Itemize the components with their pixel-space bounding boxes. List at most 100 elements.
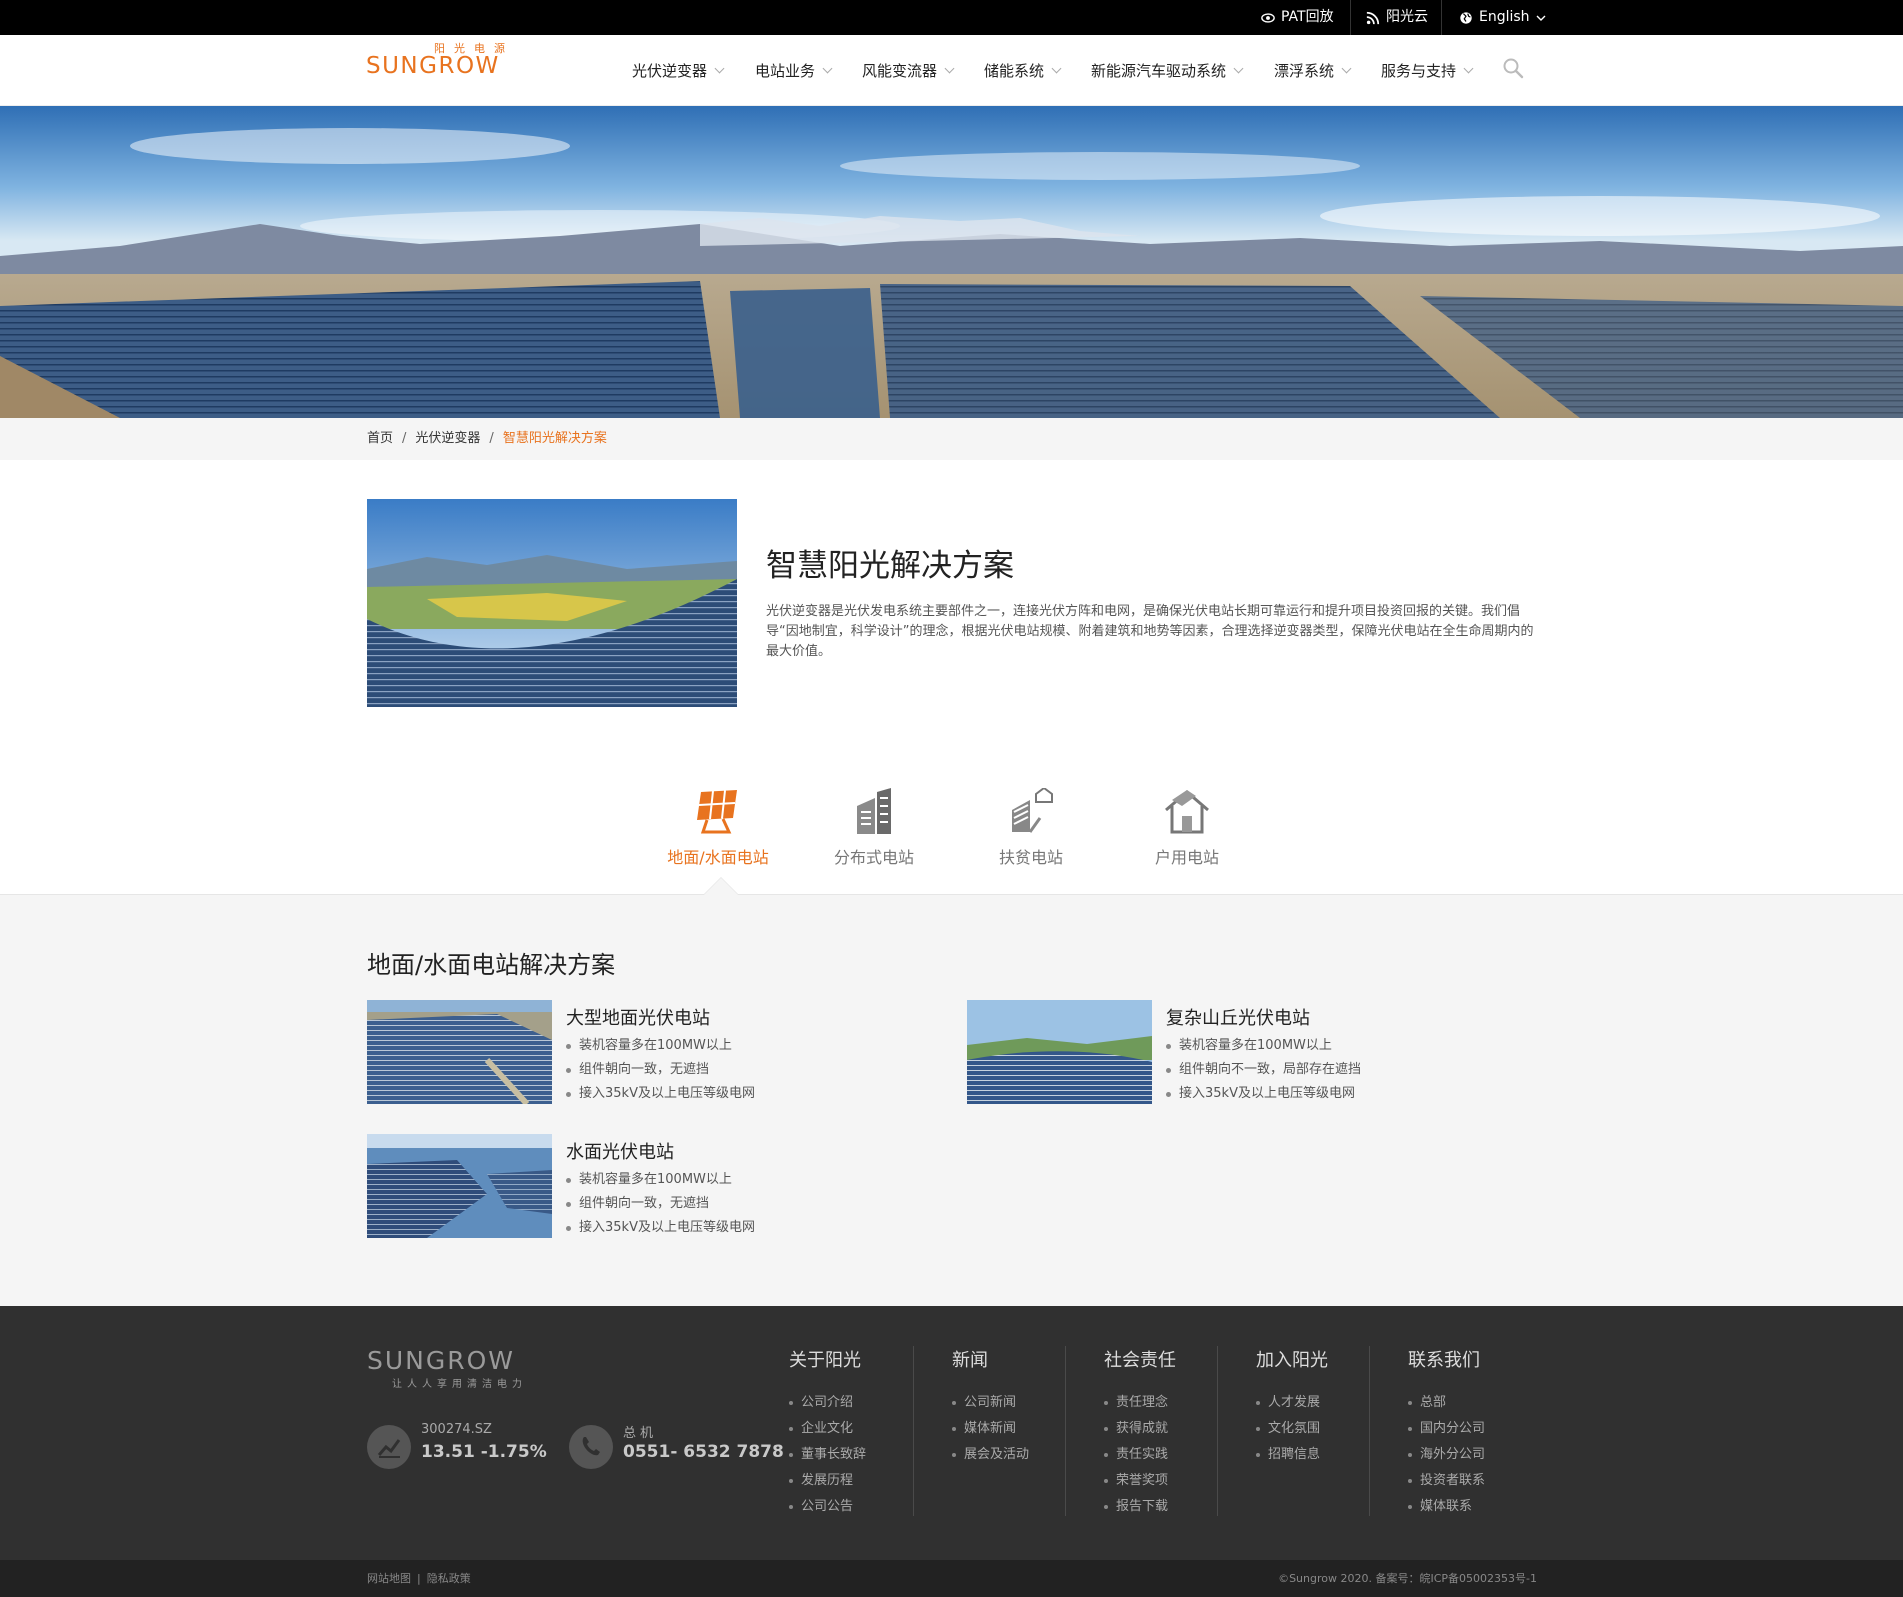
language-selector[interactable]: English — [1459, 0, 1546, 35]
privacy-policy-link[interactable]: 隐私政策 — [427, 1560, 471, 1597]
footer-link[interactable]: 人才发展 — [1256, 1390, 1328, 1416]
pat-replay-link[interactable]: PAT回放 — [1261, 0, 1334, 35]
footer-link[interactable]: 企业文化 — [789, 1416, 866, 1442]
tab-household[interactable]: 户用电站 — [1117, 780, 1257, 894]
footer-link[interactable]: 投资者联系 — [1408, 1468, 1485, 1494]
breadcrumb-home[interactable]: 首页 — [367, 418, 393, 460]
pat-replay-label: PAT回放 — [1281, 9, 1334, 25]
station-type-tabs: 地面/水面电站 分布式电站 扶贫电站 户用电站 — [0, 780, 1903, 894]
footer-column-title: 联系我们 — [1408, 1350, 1480, 1371]
nav-item-wind-converter[interactable]: 风能变流器 — [862, 35, 955, 106]
breadcrumb: 首页 / 光伏逆变器 / 智慧阳光解决方案 — [367, 418, 607, 460]
nav-item-pv-inverter[interactable]: 光伏逆变器 — [632, 35, 725, 106]
intro-image — [367, 499, 737, 707]
footer-column-title: 社会责任 — [1104, 1350, 1176, 1371]
footer-link[interactable]: 文化氛围 — [1256, 1416, 1328, 1442]
bullet-item: 接入35kV及以上电压等级电网 — [1166, 1082, 1361, 1106]
hero-solar-farm-image — [0, 106, 1903, 418]
footer-link[interactable]: 发展历程 — [789, 1468, 866, 1494]
nav-item-energy-storage[interactable]: 储能系统 — [984, 35, 1062, 106]
solution-card[interactable]: 大型地面光伏电站 装机容量多在100MW以上 组件朝向一致，无遮挡 接入35kV… — [367, 1000, 927, 1104]
solutions-section: 地面/水面电站解决方案 大型地面光伏电站 装机容量多在100MW以上 组件朝向一… — [0, 894, 1903, 1306]
nav-item-label: 新能源汽车驱动系统 — [1091, 61, 1227, 80]
top-utility-bar: PAT回放 阳光云 English — [0, 0, 1903, 35]
bullet-item: 装机容量多在100MW以上 — [1166, 1034, 1361, 1058]
footer-link[interactable]: 国内分公司 — [1408, 1416, 1485, 1442]
footer-link[interactable]: 媒体联系 — [1408, 1494, 1485, 1520]
solution-card[interactable]: 复杂山丘光伏电站 装机容量多在100MW以上 组件朝向不一致，局部存在遮挡 接入… — [967, 1000, 1527, 1104]
solution-image — [367, 1134, 552, 1238]
footer-link[interactable]: 招聘信息 — [1256, 1442, 1328, 1468]
breadcrumb-pv-inverter[interactable]: 光伏逆变器 — [415, 418, 480, 460]
footer-link[interactable]: 展会及活动 — [952, 1442, 1029, 1468]
footer-link[interactable]: 责任理念 — [1104, 1390, 1176, 1416]
nav-item-floating-system[interactable]: 漂浮系统 — [1274, 35, 1352, 106]
tab-poverty-alleviation[interactable]: 扶贫电站 — [961, 780, 1101, 894]
sungrow-logo[interactable]: 阳光电源 SUNGROW — [366, 40, 516, 79]
footer-link[interactable]: 公司新闻 — [952, 1390, 1029, 1416]
tab-label: 分布式电站 — [833, 848, 914, 867]
hero-banner — [0, 106, 1903, 418]
breadcrumb-bar: 首页 / 光伏逆变器 / 智慧阳光解决方案 — [0, 418, 1903, 460]
chevron-down-icon — [1051, 63, 1062, 74]
bullet-item: 组件朝向不一致，局部存在遮挡 — [1166, 1058, 1361, 1082]
active-tab-indicator — [704, 878, 738, 895]
footer-link[interactable]: 海外分公司 — [1408, 1442, 1485, 1468]
solution-card-bullets: 装机容量多在100MW以上 组件朝向一致，无遮挡 接入35kV及以上电压等级电网 — [566, 1034, 755, 1106]
footer-link[interactable]: 媒体新闻 — [952, 1416, 1029, 1442]
footer-bottom-links: 网站地图 | 隐私政策 — [367, 1560, 471, 1597]
tab-label: 户用电站 — [1154, 848, 1219, 867]
footer-divider — [1217, 1346, 1218, 1516]
bullet-item: 组件朝向一致，无遮挡 — [566, 1058, 755, 1082]
footer-link[interactable]: 公司介绍 — [789, 1390, 866, 1416]
footer-link[interactable]: 责任实践 — [1104, 1442, 1176, 1468]
footer-column-contact: 联系我们 总部 国内分公司 海外分公司 投资者联系 媒体联系 — [1408, 1346, 1485, 1520]
footer-bottom-separator: | — [417, 1572, 421, 1585]
hill-plant-image — [967, 1000, 1152, 1104]
bullet-item: 组件朝向一致，无遮挡 — [566, 1192, 755, 1216]
stock-chart-icon — [367, 1425, 411, 1469]
nav-item-label: 服务与支持 — [1381, 61, 1457, 80]
bullet-item: 接入35kV及以上电压等级电网 — [566, 1082, 755, 1106]
chevron-down-icon — [1536, 15, 1546, 21]
globe-icon — [1460, 11, 1472, 24]
tab-distributed[interactable]: 分布式电站 — [804, 780, 944, 894]
stock-ticker: 300274.SZ 13.51 -1.75% — [367, 1422, 567, 1472]
solution-card-bullets: 装机容量多在100MW以上 组件朝向不一致，局部存在遮挡 接入35kV及以上电压… — [1166, 1034, 1361, 1106]
search-icon[interactable] — [1502, 57, 1524, 79]
sungrow-cloud-link[interactable]: 阳光云 — [1366, 0, 1428, 35]
phone-number: 0551- 6532 7878 — [623, 1442, 784, 1462]
eye-icon — [1261, 12, 1275, 23]
nav-item-label: 漂浮系统 — [1274, 61, 1335, 80]
solution-card[interactable]: 水面光伏电站 装机容量多在100MW以上 组件朝向一致，无遮挡 接入35kV及以… — [367, 1134, 927, 1238]
bullet-item: 装机容量多在100MW以上 — [566, 1168, 755, 1192]
nav-item-ev-drive[interactable]: 新能源汽车驱动系统 — [1091, 35, 1244, 106]
breadcrumb-current: 智慧阳光解决方案 — [502, 431, 607, 446]
sitemap-link[interactable]: 网站地图 — [367, 1560, 411, 1597]
phone-icon — [569, 1425, 613, 1469]
language-label: English — [1479, 9, 1530, 25]
footer-logo[interactable]: SUNGROW 让人人享用清洁电力 — [367, 1346, 527, 1390]
footer-link[interactable]: 荣誉奖项 — [1104, 1468, 1176, 1494]
solution-card-title: 大型地面光伏电站 — [566, 1008, 710, 1029]
footer-column-title: 新闻 — [952, 1350, 988, 1371]
bullet-item: 装机容量多在100MW以上 — [566, 1034, 755, 1058]
nav-item-label: 光伏逆变器 — [632, 61, 708, 80]
footer-link[interactable]: 董事长致辞 — [789, 1442, 866, 1468]
intro-description: 光伏逆变器是光伏发电系统主要部件之一，连接光伏方阵和电网，是确保光伏电站长期可靠… — [766, 604, 1534, 659]
house-icon — [1165, 790, 1209, 834]
nav-item-power-plant[interactable]: 电站业务 — [755, 35, 833, 106]
breadcrumb-separator: / — [489, 431, 494, 446]
solution-card-title: 水面光伏电站 — [566, 1142, 674, 1163]
chevron-down-icon — [822, 63, 833, 74]
nav-item-service-support[interactable]: 服务与支持 — [1381, 35, 1474, 106]
footer-link[interactable]: 获得成就 — [1104, 1416, 1176, 1442]
footer-slogan: 让人人享用清洁电力 — [392, 1379, 527, 1390]
footer-divider — [1369, 1346, 1370, 1516]
footer-link[interactable]: 报告下载 — [1104, 1494, 1176, 1520]
stock-value: 13.51 -1.75% — [421, 1442, 547, 1462]
footer-link[interactable]: 公司公告 — [789, 1494, 866, 1520]
rss-icon — [1366, 11, 1380, 24]
breadcrumb-separator: / — [402, 431, 407, 446]
footer-link[interactable]: 总部 — [1408, 1390, 1485, 1416]
